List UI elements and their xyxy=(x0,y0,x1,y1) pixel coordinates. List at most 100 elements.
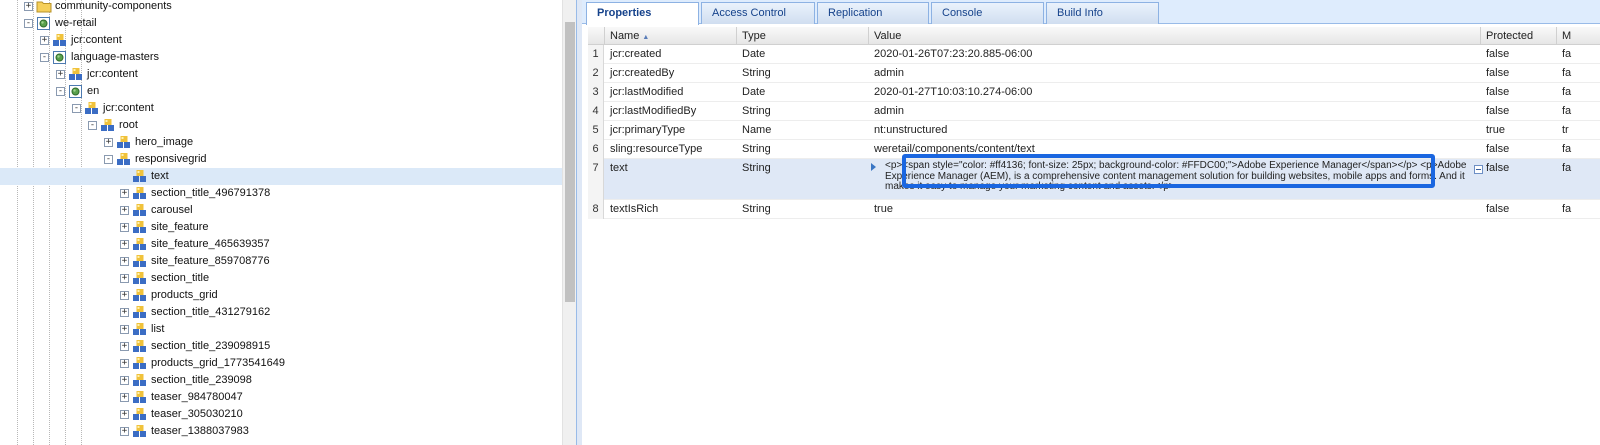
tree-expander-icon[interactable]: - xyxy=(72,104,81,113)
tree-node[interactable]: + list xyxy=(0,321,562,338)
page-node-icon xyxy=(36,16,52,31)
tree-expander-icon[interactable]: + xyxy=(120,427,129,436)
tree-node[interactable]: + jcr:content xyxy=(0,66,562,83)
cell-text: fa xyxy=(1562,203,1572,215)
tree-node[interactable]: + products_grid_1773541649 xyxy=(0,355,562,372)
component-node-icon xyxy=(52,33,68,48)
tree-scrollbar[interactable] xyxy=(562,0,576,445)
cell-value[interactable]: 2020-01-27T10:03:10.274-06:00 xyxy=(869,83,1469,102)
tree-expander-icon[interactable]: + xyxy=(120,189,129,198)
column-header-mandatory[interactable]: M xyxy=(1557,27,1600,45)
tree-node[interactable]: + site_feature_465639357 xyxy=(0,236,562,253)
tree-node[interactable]: - en xyxy=(0,83,562,100)
cell-text: false xyxy=(1486,162,1510,174)
tab-access-control[interactable]: Access Control xyxy=(701,2,815,24)
property-row[interactable]: 1 jcr:created Date 2020-01-26T07:23:20.885-… xyxy=(588,45,1600,64)
property-row[interactable]: 3 jcr:lastModified Date 2020-01-27T10:03:10… xyxy=(588,83,1600,102)
cell-value[interactable]: admin xyxy=(869,64,1469,83)
component-node-icon xyxy=(132,322,148,337)
tree-node[interactable]: + community-components xyxy=(0,0,562,15)
tab-console[interactable]: Console xyxy=(931,2,1044,24)
tree-node[interactable]: + site_feature xyxy=(0,219,562,236)
cell-text: jcr:lastModifiedBy xyxy=(610,105,697,117)
tree-expander-icon[interactable]: + xyxy=(120,274,129,283)
tree-expander-icon[interactable]: + xyxy=(120,342,129,351)
column-header-type[interactable]: Type xyxy=(737,27,869,45)
column-header-protected[interactable]: Protected xyxy=(1481,27,1557,45)
tree-node[interactable]: + hero_image xyxy=(0,134,562,151)
property-row[interactable]: 4 jcr:lastModifiedBy String admin false fa xyxy=(588,102,1600,121)
cell-name: textIsRich xyxy=(605,200,737,219)
tree-node[interactable]: + teaser_305030210 xyxy=(0,406,562,423)
cell-text: sling:resourceType xyxy=(610,143,703,155)
tree-expander-icon[interactable]: - xyxy=(24,19,33,28)
tree-node[interactable]: + section_title_239098915 xyxy=(0,338,562,355)
tree-node[interactable]: + section_title_239098 xyxy=(0,372,562,389)
expand-value-icon[interactable] xyxy=(871,163,876,171)
component-node-icon xyxy=(84,101,100,116)
cell-value[interactable]: true xyxy=(869,200,1469,219)
property-row[interactable]: 2 jcr:createdBy String admin false fa xyxy=(588,64,1600,83)
cell-text: false xyxy=(1486,203,1510,215)
cell-text: jcr:primaryType xyxy=(610,124,686,136)
tab-replication[interactable]: Replication xyxy=(817,2,929,24)
tree-expander-icon[interactable]: + xyxy=(24,2,33,11)
tab-label: Properties xyxy=(597,7,652,19)
tree-node[interactable]: + teaser_1388037983 xyxy=(0,423,562,440)
property-row[interactable]: 8 textIsRich String true false fa xyxy=(588,200,1600,219)
tree-node-label: site_feature_859708776 xyxy=(151,255,270,267)
tree-expander-icon[interactable]: + xyxy=(120,393,129,402)
cell-type: Date xyxy=(737,45,869,64)
component-node-icon xyxy=(132,407,148,422)
tree-expander-icon[interactable]: + xyxy=(120,325,129,334)
tree-expander-icon[interactable]: + xyxy=(120,206,129,215)
property-row[interactable]: 5 jcr:primaryType Name nt:unstructured true t… xyxy=(588,121,1600,140)
tree-node[interactable]: + products_grid xyxy=(0,287,562,304)
tree-expander-icon[interactable]: - xyxy=(88,121,97,130)
cell-text: Date xyxy=(742,86,766,98)
column-header-value[interactable]: Value xyxy=(869,27,1481,45)
tree-node[interactable]: - jcr:content xyxy=(0,100,562,117)
cell-type: String xyxy=(737,140,869,159)
cell-value[interactable]: nt:unstructured xyxy=(869,121,1469,140)
cell-value[interactable]: admin xyxy=(869,102,1469,121)
tree-node[interactable]: - language-masters xyxy=(0,49,562,66)
tree-node-label: list xyxy=(151,323,165,335)
tree-expander-icon[interactable]: + xyxy=(120,410,129,419)
component-node-icon xyxy=(132,169,148,184)
tree-expander-icon[interactable]: + xyxy=(104,138,113,147)
tree-node[interactable]: - root xyxy=(0,117,562,134)
tree-expander-icon[interactable]: + xyxy=(120,308,129,317)
cell-m: fa xyxy=(1557,159,1600,200)
cell-type: Date xyxy=(737,83,869,102)
tab-build-info[interactable]: Build Info xyxy=(1046,2,1159,24)
tree-expander-icon[interactable]: - xyxy=(56,87,65,96)
tree-expander-icon[interactable]: + xyxy=(120,257,129,266)
cell-text: admin xyxy=(874,67,904,79)
tree-node[interactable]: + section_title_496791378 xyxy=(0,185,562,202)
tree-expander-icon[interactable]: + xyxy=(56,70,65,79)
tree-scrollbar-thumb[interactable] xyxy=(565,22,575,302)
tree-expander-icon[interactable]: + xyxy=(120,223,129,232)
component-node-icon xyxy=(132,373,148,388)
tree-expander-icon[interactable]: + xyxy=(120,376,129,385)
tree-node[interactable]: + jcr:content xyxy=(0,32,562,49)
cell-value[interactable]: 2020-01-26T07:23:20.885-06:00 xyxy=(869,45,1469,64)
tree-node[interactable]: - responsivegrid xyxy=(0,151,562,168)
tree-expander-icon[interactable]: - xyxy=(104,155,113,164)
tree-node[interactable]: + section_title xyxy=(0,270,562,287)
tree-node[interactable]: - we-retail xyxy=(0,15,562,32)
tree-expander-icon[interactable]: + xyxy=(120,240,129,249)
tree-node[interactable]: + carousel xyxy=(0,202,562,219)
tree-expander-icon[interactable]: + xyxy=(120,359,129,368)
collapse-value-icon[interactable] xyxy=(1474,165,1483,174)
tree-node[interactable]: + site_feature_859708776 xyxy=(0,253,562,270)
column-header-name[interactable]: Name ▲ xyxy=(605,27,737,45)
tree-expander-icon[interactable]: + xyxy=(120,291,129,300)
tree-node[interactable]: + section_title_431279162 xyxy=(0,304,562,321)
tree-expander-icon[interactable]: - xyxy=(40,53,49,62)
tree-node[interactable]: text xyxy=(0,168,562,185)
tab-properties[interactable]: Properties xyxy=(586,2,699,25)
tree-node[interactable]: + teaser_984780047 xyxy=(0,389,562,406)
tree-expander-icon[interactable]: + xyxy=(40,36,49,45)
